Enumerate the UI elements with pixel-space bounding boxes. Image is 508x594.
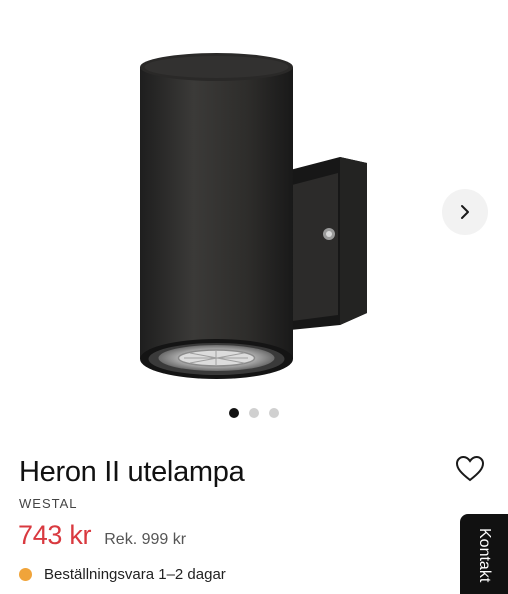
image-gallery[interactable] xyxy=(0,0,508,430)
product-title: Heron II utelampa xyxy=(19,456,245,488)
gallery-dot[interactable] xyxy=(269,408,279,418)
product-image xyxy=(140,53,367,379)
gallery-pagination xyxy=(0,408,508,418)
contact-label: Kontakt xyxy=(476,528,493,583)
brand-name: WESTAL xyxy=(19,496,78,511)
price-row: 743 kr Rek. 999 kr xyxy=(18,520,186,551)
gallery-dot[interactable] xyxy=(229,408,239,418)
contact-tab[interactable]: Kontakt xyxy=(460,514,508,594)
gallery-dot[interactable] xyxy=(249,408,259,418)
recommended-price: Rek. 999 kr xyxy=(104,531,187,548)
heart-outline-icon[interactable] xyxy=(455,455,485,483)
chevron-right-icon xyxy=(461,205,469,219)
next-image-button[interactable] xyxy=(442,189,488,235)
current-price: 743 kr xyxy=(18,520,92,550)
